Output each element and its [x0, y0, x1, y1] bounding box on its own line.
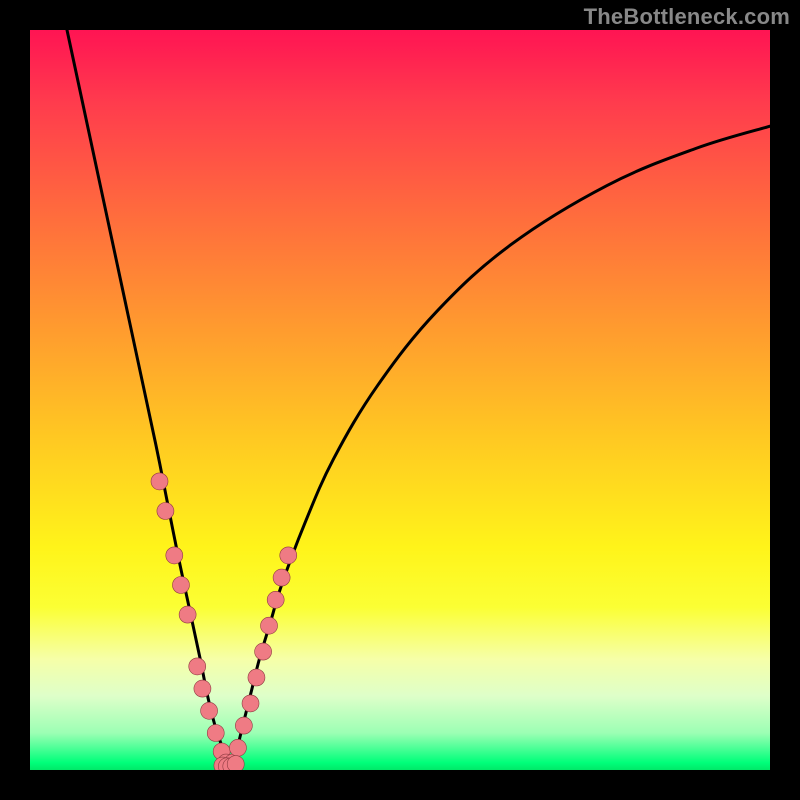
- watermark-text: TheBottleneck.com: [584, 4, 790, 30]
- curve-right-curve: [231, 126, 770, 766]
- plot-area: [30, 30, 770, 770]
- curves-svg: [30, 30, 770, 770]
- data-marker: [157, 503, 174, 520]
- data-marker: [273, 569, 290, 586]
- data-marker: [280, 547, 297, 564]
- data-marker: [229, 739, 246, 756]
- data-marker: [194, 680, 211, 697]
- data-marker: [172, 577, 189, 594]
- curve-left-curve: [67, 30, 228, 766]
- data-marker: [242, 695, 259, 712]
- data-marker: [207, 725, 224, 742]
- data-marker: [261, 617, 278, 634]
- data-marker: [255, 643, 272, 660]
- data-marker: [189, 658, 206, 675]
- outer-frame: TheBottleneck.com: [0, 0, 800, 800]
- data-marker: [248, 669, 265, 686]
- data-marker: [267, 591, 284, 608]
- data-marker: [227, 756, 244, 770]
- data-marker: [235, 717, 252, 734]
- data-marker: [166, 547, 183, 564]
- data-marker: [201, 702, 218, 719]
- data-marker: [179, 606, 196, 623]
- data-marker: [151, 473, 168, 490]
